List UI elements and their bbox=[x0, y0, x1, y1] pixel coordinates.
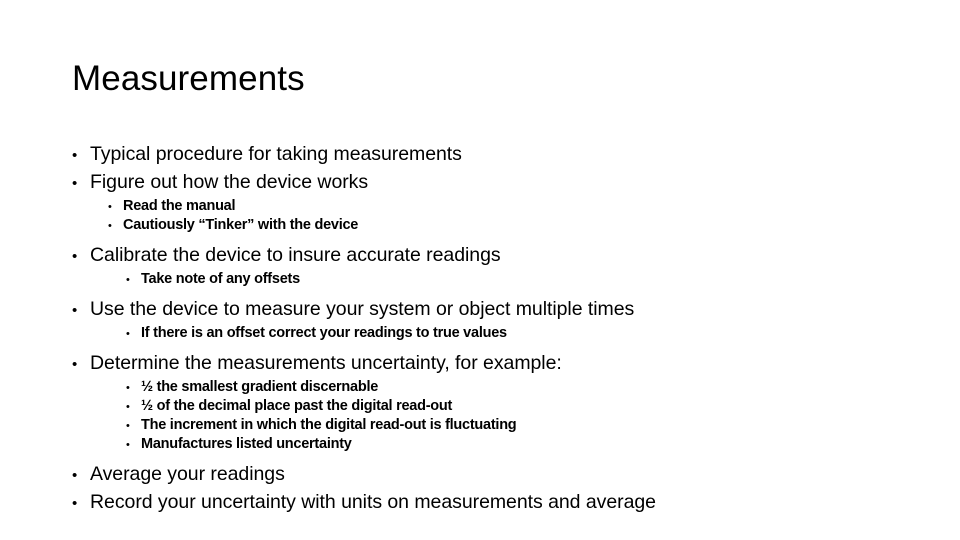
bullet-icon: • bbox=[72, 356, 78, 373]
bullet-icon: • bbox=[108, 201, 112, 213]
list-item-label: Figure out how the device works bbox=[90, 171, 369, 193]
list-item: • Determine the measurements uncertainty… bbox=[72, 350, 902, 376]
list-item-label: ½ of the decimal place past the digital … bbox=[141, 398, 453, 414]
list-item-label: Record your uncertainty with units on me… bbox=[90, 491, 656, 513]
list-item-label: Determine the measurements uncertainty, … bbox=[90, 352, 562, 374]
list-item-label: Read the manual bbox=[123, 198, 236, 214]
slide-body-content: • Typical procedure for taking measureme… bbox=[72, 141, 902, 515]
page-title: Measurements bbox=[72, 59, 305, 98]
list-item-label: Cautiously “Tinker” with the device bbox=[123, 217, 359, 233]
bullet-icon: • bbox=[108, 220, 112, 232]
list-item-label: The increment in which the digital read-… bbox=[141, 417, 517, 433]
list-item: • Calibrate the device to insure accurat… bbox=[72, 242, 902, 268]
list-item: • Figure out how the device works bbox=[72, 169, 902, 195]
list-item: • ½ of the decimal place past the digita… bbox=[126, 397, 902, 416]
list-item-label: Typical procedure for taking measurement… bbox=[90, 143, 462, 165]
list-item: • Typical procedure for taking measureme… bbox=[72, 141, 902, 167]
bullet-icon: • bbox=[72, 248, 78, 265]
list-item: • Use the device to measure your system … bbox=[72, 296, 902, 322]
bullet-icon: • bbox=[126, 328, 130, 340]
bullet-icon: • bbox=[126, 274, 130, 286]
bullet-icon: • bbox=[72, 495, 78, 512]
list-item: • If there is an offset correct your rea… bbox=[126, 324, 902, 343]
list-item-label: If there is an offset correct your readi… bbox=[141, 325, 507, 341]
slide-canvas: Measurements • Typical procedure for tak… bbox=[0, 0, 960, 540]
list-item-label: Use the device to measure your system or… bbox=[90, 298, 635, 320]
list-item: • Take note of any offsets bbox=[126, 270, 902, 289]
list-item-label: Take note of any offsets bbox=[141, 271, 300, 287]
list-item: • Cautiously “Tinker” with the device bbox=[108, 216, 902, 235]
list-item: • Record your uncertainty with units on … bbox=[72, 489, 902, 515]
list-item: • ½ the smallest gradient discernable bbox=[126, 378, 902, 397]
bullet-icon: • bbox=[126, 439, 130, 451]
bullet-icon: • bbox=[126, 382, 130, 394]
bullet-icon: • bbox=[72, 467, 78, 484]
bullet-icon: • bbox=[72, 302, 78, 319]
bullet-icon: • bbox=[72, 147, 78, 164]
list-item-label: Manufactures listed uncertainty bbox=[141, 436, 352, 452]
bullet-icon: • bbox=[72, 175, 78, 192]
list-item-label: Calibrate the device to insure accurate … bbox=[90, 244, 501, 266]
list-item: • Read the manual bbox=[108, 197, 902, 216]
bullet-icon: • bbox=[126, 420, 130, 432]
bullet-icon: • bbox=[126, 401, 130, 413]
list-item: • Manufactures listed uncertainty bbox=[126, 435, 902, 454]
list-item-label: Average your readings bbox=[90, 463, 285, 485]
list-item: • The increment in which the digital rea… bbox=[126, 416, 902, 435]
list-item-label: ½ the smallest gradient discernable bbox=[141, 379, 379, 395]
list-item: • Average your readings bbox=[72, 461, 902, 487]
